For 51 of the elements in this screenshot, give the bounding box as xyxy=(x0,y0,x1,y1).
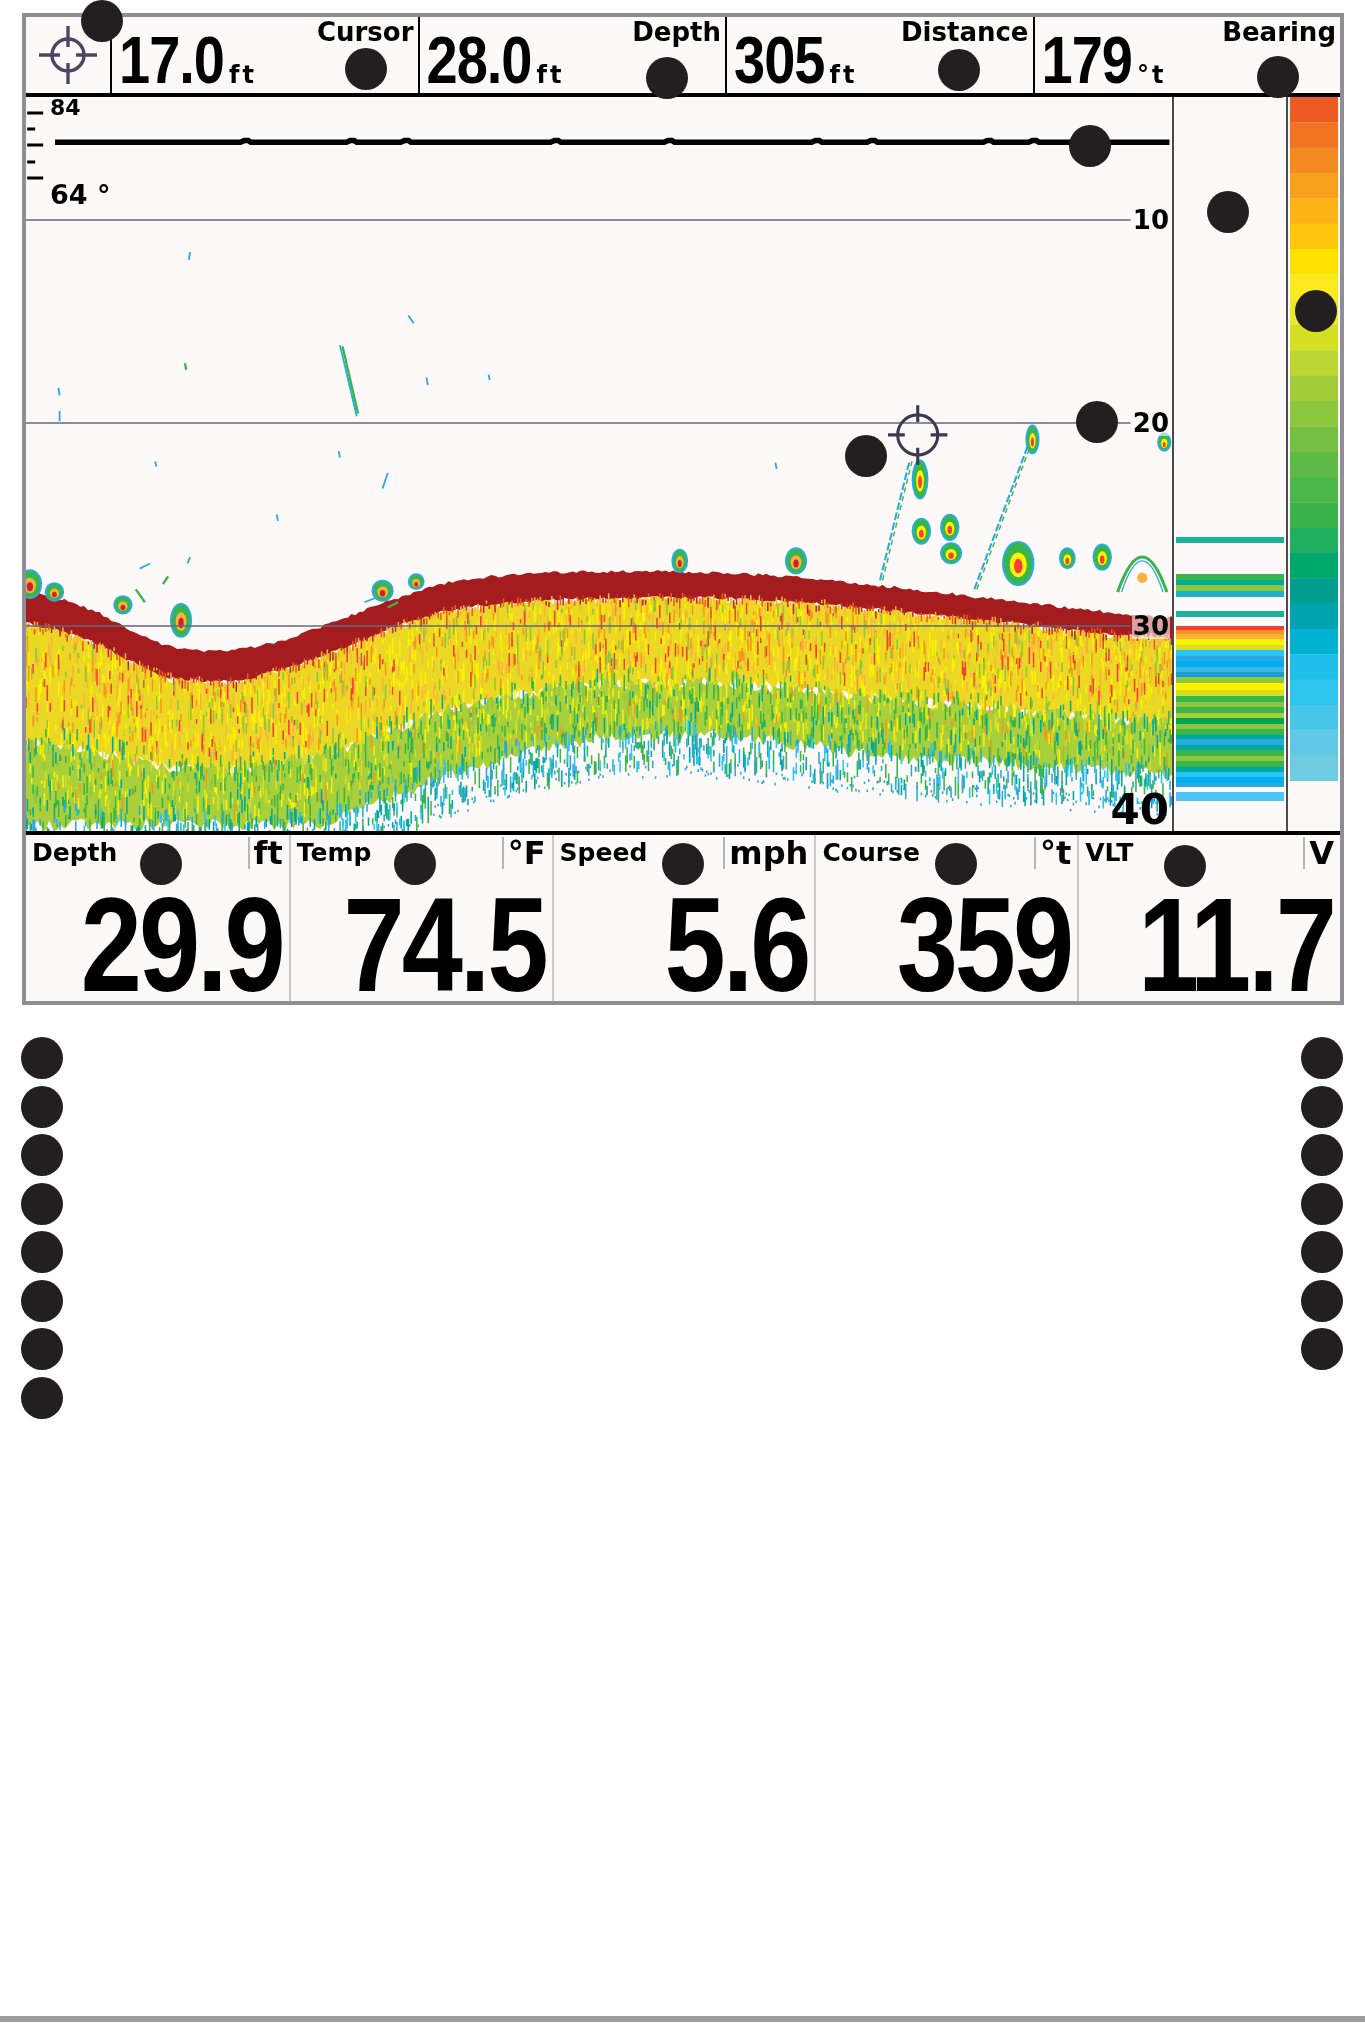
temperature-label: 64 ° xyxy=(50,181,111,208)
callout-dot-icon xyxy=(21,1376,63,1419)
readout-value: 28.0 xyxy=(426,33,532,88)
callout-dot-icon xyxy=(21,1134,63,1176)
cursor-crosshair-icon xyxy=(886,403,949,467)
callout-dot-icon xyxy=(81,0,123,42)
readout-value: 17.0 xyxy=(119,33,224,88)
temperature-label: 84 xyxy=(50,97,81,119)
callout-dot-icon xyxy=(1301,1085,1343,1128)
unit-label: °F xyxy=(501,837,546,869)
data-value: 29.9 xyxy=(80,891,283,999)
temperature-scale-drawing xyxy=(26,111,45,180)
callout-dot-icon xyxy=(1301,1037,1343,1079)
unit-label: mph xyxy=(723,837,809,869)
data-label: Temp xyxy=(296,840,372,865)
callout-dot-icon xyxy=(1301,1231,1343,1273)
data-label: Speed xyxy=(559,840,648,865)
readout-label: Distance xyxy=(901,19,1029,45)
data-value: 359 xyxy=(896,891,1072,999)
unit-label: ft xyxy=(829,63,858,87)
data-label: VLT xyxy=(1085,840,1134,865)
unit-label: ft xyxy=(536,63,565,87)
depth-label: 20 xyxy=(1131,410,1170,436)
crosshair-icon xyxy=(39,26,97,84)
unit-label: °t xyxy=(1136,63,1167,87)
callout-dot-icon xyxy=(21,1279,63,1322)
unit-label: V xyxy=(1303,837,1334,869)
callout-dot-icon xyxy=(1301,1134,1343,1176)
callout-dot-icon xyxy=(21,1085,63,1128)
callout-dot-icon xyxy=(21,1328,63,1370)
callout-dot-icon xyxy=(1301,1279,1343,1322)
depth-label: 40 xyxy=(1109,789,1170,831)
depth-label: 30 xyxy=(1131,613,1170,639)
unit-label: ft xyxy=(229,63,257,87)
data-value: 74.5 xyxy=(343,891,546,999)
readout-label: Cursor xyxy=(316,19,414,45)
unit-label: °t xyxy=(1033,837,1072,869)
callout-dot-icon xyxy=(21,1037,63,1079)
data-value: 5.6 xyxy=(664,891,809,999)
readout-label: Bearing xyxy=(1222,19,1336,45)
unit-label: ft xyxy=(247,837,283,869)
data-value: 11.7 xyxy=(1137,891,1334,999)
callout-dot-icon xyxy=(1301,1182,1343,1225)
callout-dot-icon xyxy=(21,1182,63,1225)
data-label: Depth xyxy=(32,840,118,865)
readout-value: 179 xyxy=(1041,33,1132,88)
callout-dot-icon xyxy=(21,1231,63,1273)
data-label: Course xyxy=(822,840,920,865)
readout-value: 305 xyxy=(734,33,825,88)
callout-dot-icon xyxy=(1301,1328,1343,1370)
readout-label: Depth xyxy=(632,19,721,45)
